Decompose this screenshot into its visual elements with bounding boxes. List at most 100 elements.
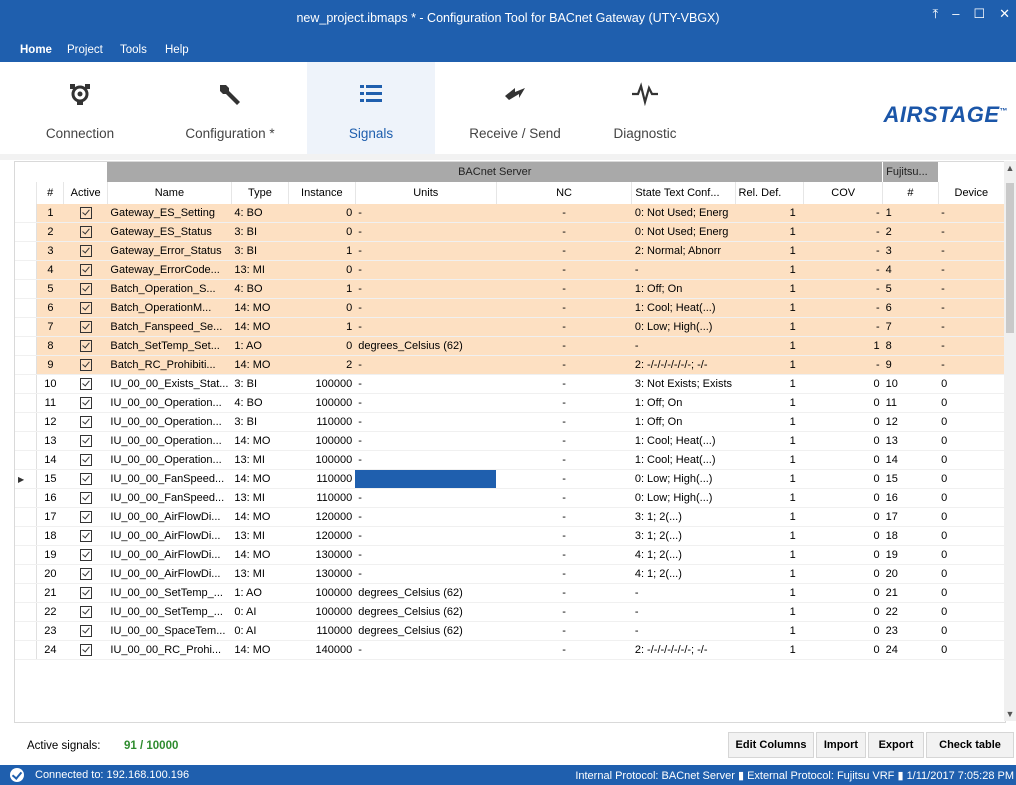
cell-units[interactable]: - xyxy=(355,450,497,470)
active-checkbox[interactable] xyxy=(63,412,108,432)
cell-name[interactable]: IU_00_00_SpaceTem... xyxy=(107,621,232,641)
cell-name[interactable]: IU_00_00_Operation... xyxy=(107,431,232,451)
cell-name[interactable]: IU_00_00_Operation... xyxy=(107,393,232,413)
checkbox-checked-icon[interactable] xyxy=(79,473,92,486)
menu-project[interactable]: Project xyxy=(67,44,103,56)
table-row[interactable]: 8 Batch_SetTemp_Set... 1: AO 0 degrees_Celsi… xyxy=(15,336,1005,356)
cell-units[interactable]: degrees_Celsius (62) xyxy=(355,602,497,622)
cell-name[interactable]: IU_00_00_RC_Prohi... xyxy=(107,640,232,660)
cell-units[interactable]: - xyxy=(355,204,497,223)
active-checkbox[interactable] xyxy=(63,450,108,470)
menu-help[interactable]: Help xyxy=(165,44,189,56)
table-row[interactable]: 4 Gateway_ErrorCode... 13: MI 0- - -1-4- xyxy=(15,260,1005,280)
checkbox-checked-icon[interactable] xyxy=(79,549,92,562)
table-row[interactable]: 11 IU_00_00_Operation... 4: BO 100000- -1: O… xyxy=(15,393,1005,413)
cell-units[interactable]: - xyxy=(355,545,497,565)
cell-name[interactable]: IU_00_00_AirFlowDi... xyxy=(107,507,232,527)
checkbox-checked-icon[interactable] xyxy=(79,340,92,353)
menu-tools[interactable]: Tools xyxy=(120,44,147,56)
checkbox-checked-icon[interactable] xyxy=(79,302,92,315)
cell-units[interactable]: degrees_Celsius (62) xyxy=(355,336,497,356)
active-checkbox[interactable] xyxy=(63,431,108,451)
col-header-nc[interactable]: NC xyxy=(496,182,633,204)
checkbox-checked-icon[interactable] xyxy=(79,226,92,239)
active-checkbox[interactable] xyxy=(63,602,108,622)
signals-grid[interactable]: BACnet Server Fujitsu... # Active Name T… xyxy=(14,161,1006,723)
cell-name[interactable]: Batch_Fanspeed_Se... xyxy=(107,317,232,337)
edit-columns-button[interactable]: Edit Columns xyxy=(728,732,814,758)
cell-name[interactable]: Batch_OperationM... xyxy=(107,298,232,318)
cell-units[interactable]: degrees_Celsius (62) xyxy=(355,621,497,641)
table-row[interactable]: 12 IU_00_00_Operation... 3: BI 110000- -1: O… xyxy=(15,412,1005,432)
cell-name[interactable]: Gateway_Error_Status xyxy=(107,241,232,261)
table-row[interactable]: 1 Gateway_ES_Setting 4: BO 0- -0: Not Used; … xyxy=(15,204,1005,223)
active-checkbox[interactable] xyxy=(63,336,108,356)
checkbox-checked-icon[interactable] xyxy=(79,416,92,429)
table-row[interactable]: 2 Gateway_ES_Status 3: BI 0- -0: Not Used; E… xyxy=(15,222,1005,242)
cell-units[interactable] xyxy=(355,469,497,489)
col-header-name[interactable]: Name xyxy=(107,182,232,204)
checkbox-checked-icon[interactable] xyxy=(79,606,92,619)
col-header-cov[interactable]: COV xyxy=(803,182,884,204)
active-checkbox[interactable] xyxy=(63,469,108,489)
col-header-type[interactable]: Type xyxy=(231,182,289,204)
checkbox-checked-icon[interactable] xyxy=(79,264,92,277)
minimize-button[interactable]: – xyxy=(952,6,959,22)
checkbox-checked-icon[interactable] xyxy=(79,207,92,220)
table-row[interactable]: 17 IU_00_00_AirFlowDi... 14: MO 120000- -3: … xyxy=(15,507,1005,527)
cell-name[interactable]: Batch_SetTemp_Set... xyxy=(107,336,232,356)
cell-name[interactable]: IU_00_00_AirFlowDi... xyxy=(107,526,232,546)
table-row[interactable]: 16 IU_00_00_FanSpeed... 13: MI 110000- -0: L… xyxy=(15,488,1005,508)
table-row[interactable]: 6 Batch_OperationM... 14: MO 0- -1: Cool; He… xyxy=(15,298,1005,318)
cell-name[interactable]: IU_00_00_Operation... xyxy=(107,412,232,432)
active-checkbox[interactable] xyxy=(63,222,108,242)
tab-receive-send[interactable]: Receive / Send xyxy=(445,62,585,154)
checkbox-checked-icon[interactable] xyxy=(79,492,92,505)
cell-units[interactable]: - xyxy=(355,298,497,318)
cell-name[interactable]: IU_00_00_SetTemp_... xyxy=(107,602,232,622)
active-checkbox[interactable] xyxy=(63,241,108,261)
cell-units[interactable]: - xyxy=(355,279,497,299)
cell-units[interactable]: - xyxy=(355,564,497,584)
checkbox-checked-icon[interactable] xyxy=(79,283,92,296)
tab-connection[interactable]: Connection xyxy=(20,62,140,154)
maximize-button[interactable]: ☐ xyxy=(973,6,985,22)
table-row[interactable]: ▶ 15 IU_00_00_FanSpeed... 14: MO 110000 -0: L… xyxy=(15,469,1005,489)
cell-name[interactable]: IU_00_00_AirFlowDi... xyxy=(107,564,232,584)
cell-units[interactable]: - xyxy=(355,393,497,413)
cell-units[interactable]: - xyxy=(355,526,497,546)
vertical-scrollbar[interactable]: ▲ ▼ xyxy=(1004,161,1016,721)
checkbox-checked-icon[interactable] xyxy=(79,625,92,638)
checkbox-checked-icon[interactable] xyxy=(79,397,92,410)
checkbox-checked-icon[interactable] xyxy=(79,511,92,524)
table-row[interactable]: 18 IU_00_00_AirFlowDi... 13: MI 120000- -3: … xyxy=(15,526,1005,546)
export-button[interactable]: Export xyxy=(868,732,924,758)
col-header-active[interactable]: Active xyxy=(63,182,108,204)
checkbox-checked-icon[interactable] xyxy=(79,454,92,467)
checkbox-checked-icon[interactable] xyxy=(79,245,92,258)
active-checkbox[interactable] xyxy=(63,279,108,299)
cell-units[interactable]: degrees_Celsius (62) xyxy=(355,583,497,603)
active-checkbox[interactable] xyxy=(63,583,108,603)
cell-name[interactable]: Gateway_ES_Setting xyxy=(107,204,232,223)
cell-units[interactable]: - xyxy=(355,241,497,261)
cell-name[interactable]: Batch_Operation_S... xyxy=(107,279,232,299)
table-row[interactable]: 20 IU_00_00_AirFlowDi... 13: MI 130000- -4: … xyxy=(15,564,1005,584)
scroll-down-icon[interactable]: ▼ xyxy=(1004,709,1016,719)
menu-home[interactable]: Home xyxy=(20,44,52,56)
import-button[interactable]: Import xyxy=(816,732,866,758)
cell-units[interactable]: - xyxy=(355,412,497,432)
checkbox-checked-icon[interactable] xyxy=(79,378,92,391)
cell-units[interactable]: - xyxy=(355,431,497,451)
active-checkbox[interactable] xyxy=(63,204,108,223)
checkbox-checked-icon[interactable] xyxy=(79,530,92,543)
active-checkbox[interactable] xyxy=(63,260,108,280)
upload-icon[interactable]: ⤒ xyxy=(932,6,938,22)
cell-units[interactable]: - xyxy=(355,355,497,375)
cell-name[interactable]: Gateway_ES_Status xyxy=(107,222,232,242)
table-row[interactable]: 24 IU_00_00_RC_Prohi... 14: MO 140000- -2: -… xyxy=(15,640,1005,660)
cell-units[interactable]: - xyxy=(355,640,497,660)
cell-units[interactable]: - xyxy=(355,260,497,280)
tab-configuration[interactable]: Configuration * xyxy=(160,62,300,154)
col-header-num[interactable]: # xyxy=(36,182,65,204)
